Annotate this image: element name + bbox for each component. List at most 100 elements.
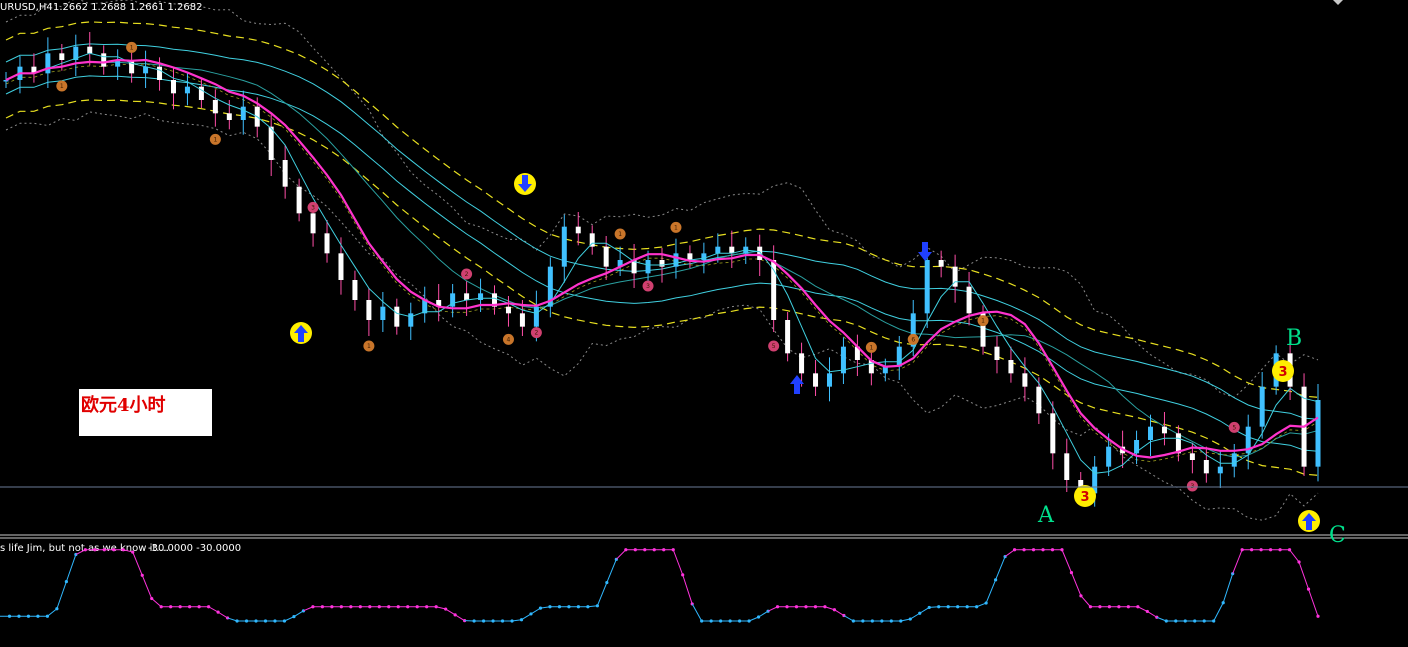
bear-candle xyxy=(1036,386,1042,414)
count-marker-label: 5 xyxy=(772,343,776,350)
oscillator-segment xyxy=(1232,549,1243,574)
envelope-upper xyxy=(5,0,1319,398)
count-marker-label: 1 xyxy=(130,44,134,51)
count-marker-label: 3 xyxy=(311,204,315,211)
oscillator-dot xyxy=(1316,614,1320,618)
bear-candle xyxy=(1189,453,1195,460)
bull-candle xyxy=(1148,426,1154,440)
bear-candle xyxy=(799,353,805,374)
bear-candle xyxy=(994,346,1000,360)
oscillator-segment xyxy=(132,551,143,576)
bear-candle xyxy=(366,300,372,320)
bear-candle xyxy=(603,246,609,267)
chart-shift-icon[interactable] xyxy=(1333,0,1343,5)
oscillator-segment xyxy=(1289,549,1300,563)
bear-candle xyxy=(659,260,665,267)
bull-candle xyxy=(645,260,651,274)
bull-candle xyxy=(240,106,246,120)
wave-three-label: 3 xyxy=(1278,365,1287,380)
count-marker-label: 6 xyxy=(911,336,915,343)
bear-candle xyxy=(687,253,693,260)
oscillator-segment xyxy=(1308,588,1319,617)
bear-candle xyxy=(212,100,218,114)
bear-candle xyxy=(1161,426,1167,434)
bear-candle xyxy=(59,53,65,60)
count-marker-label: 5 xyxy=(1232,424,1236,431)
count-marker-label: 1 xyxy=(367,343,371,350)
oscillator-segment xyxy=(843,615,854,622)
bear-candle xyxy=(352,280,358,300)
oscillator-segment xyxy=(445,608,456,616)
oscillator-segment xyxy=(615,549,627,560)
count-marker-label: 1 xyxy=(869,344,873,351)
bear-candle xyxy=(505,306,511,314)
bear-candle xyxy=(1203,460,1209,474)
bear-candle xyxy=(338,253,344,280)
count-marker-label: 2 xyxy=(534,330,538,337)
bull-candle xyxy=(380,306,386,320)
bear-candle xyxy=(966,286,972,314)
arrow-down-icon xyxy=(918,242,932,261)
oscillator-segment xyxy=(682,574,693,605)
bear-candle xyxy=(575,226,581,234)
oscillator-segment xyxy=(606,559,617,583)
bear-candle xyxy=(226,113,232,120)
oscillator-segment xyxy=(691,603,703,622)
wave-three-label: 3 xyxy=(1080,490,1089,505)
oscillator-segment xyxy=(758,610,769,618)
bull-candle xyxy=(533,306,539,327)
bear-candle xyxy=(394,306,400,327)
bear-candle xyxy=(938,260,944,267)
band-upper-cyan xyxy=(5,43,1319,420)
symbol-label: URUSD,H4 xyxy=(0,2,53,13)
bear-candle xyxy=(813,373,819,387)
oscillator-segment xyxy=(56,581,67,609)
bear-candle xyxy=(464,293,470,300)
oscillator-segment xyxy=(1061,549,1072,573)
bear-candle xyxy=(1064,453,1070,480)
count-marker-label: 3 xyxy=(646,283,650,290)
envelope-lower xyxy=(5,111,1319,521)
count-marker-label: 2 xyxy=(465,271,469,278)
oscillator-segment xyxy=(47,608,58,617)
bull-candle xyxy=(673,253,679,267)
oscillator-segment xyxy=(208,606,219,613)
bear-candle xyxy=(1008,360,1014,374)
bear-candle xyxy=(87,46,93,54)
oscillator-segment xyxy=(141,575,153,599)
count-marker-label: 1 xyxy=(674,224,678,231)
oscillator-segment xyxy=(1071,572,1082,597)
bear-candle xyxy=(324,233,330,254)
count-marker-label: 4 xyxy=(507,336,511,343)
oscillator-segment xyxy=(1222,573,1234,603)
bear-candle xyxy=(785,320,791,354)
ohlc-readout: 1.2662 1.2688 1.2661 1.2682 xyxy=(53,2,203,13)
oscillator-segment xyxy=(1147,611,1158,618)
bull-candle xyxy=(408,313,414,327)
oscillator-segment xyxy=(1004,549,1015,557)
bear-candle xyxy=(1022,373,1028,387)
oscillator-segment xyxy=(454,614,465,622)
bull-candle xyxy=(184,86,190,94)
bear-candle xyxy=(282,160,288,187)
bear-candle xyxy=(1050,413,1056,454)
bull-candle xyxy=(826,373,832,387)
wave-label-a: A xyxy=(1037,503,1055,528)
oscillator-segment xyxy=(65,554,77,582)
bear-candle xyxy=(268,126,274,160)
bull-candle xyxy=(924,260,930,314)
bear-candle xyxy=(157,66,163,80)
bull-candle xyxy=(143,66,149,74)
count-marker-label: 1 xyxy=(60,83,64,90)
bear-candle xyxy=(296,186,302,214)
oscillator-segment xyxy=(995,556,1006,581)
annotation-text: 欧元4小时 xyxy=(81,395,166,416)
oscillator-segment xyxy=(919,607,930,614)
bear-candle xyxy=(170,80,176,94)
bear-candle xyxy=(101,53,107,67)
oscillator-segment xyxy=(1298,561,1309,590)
bear-candle xyxy=(729,246,735,254)
oscillator-segment xyxy=(985,579,997,604)
price-chart: 1113124213151613533 URUSD,H4 1.2662 1.26… xyxy=(0,0,1408,623)
oscillator-segment xyxy=(672,549,684,576)
